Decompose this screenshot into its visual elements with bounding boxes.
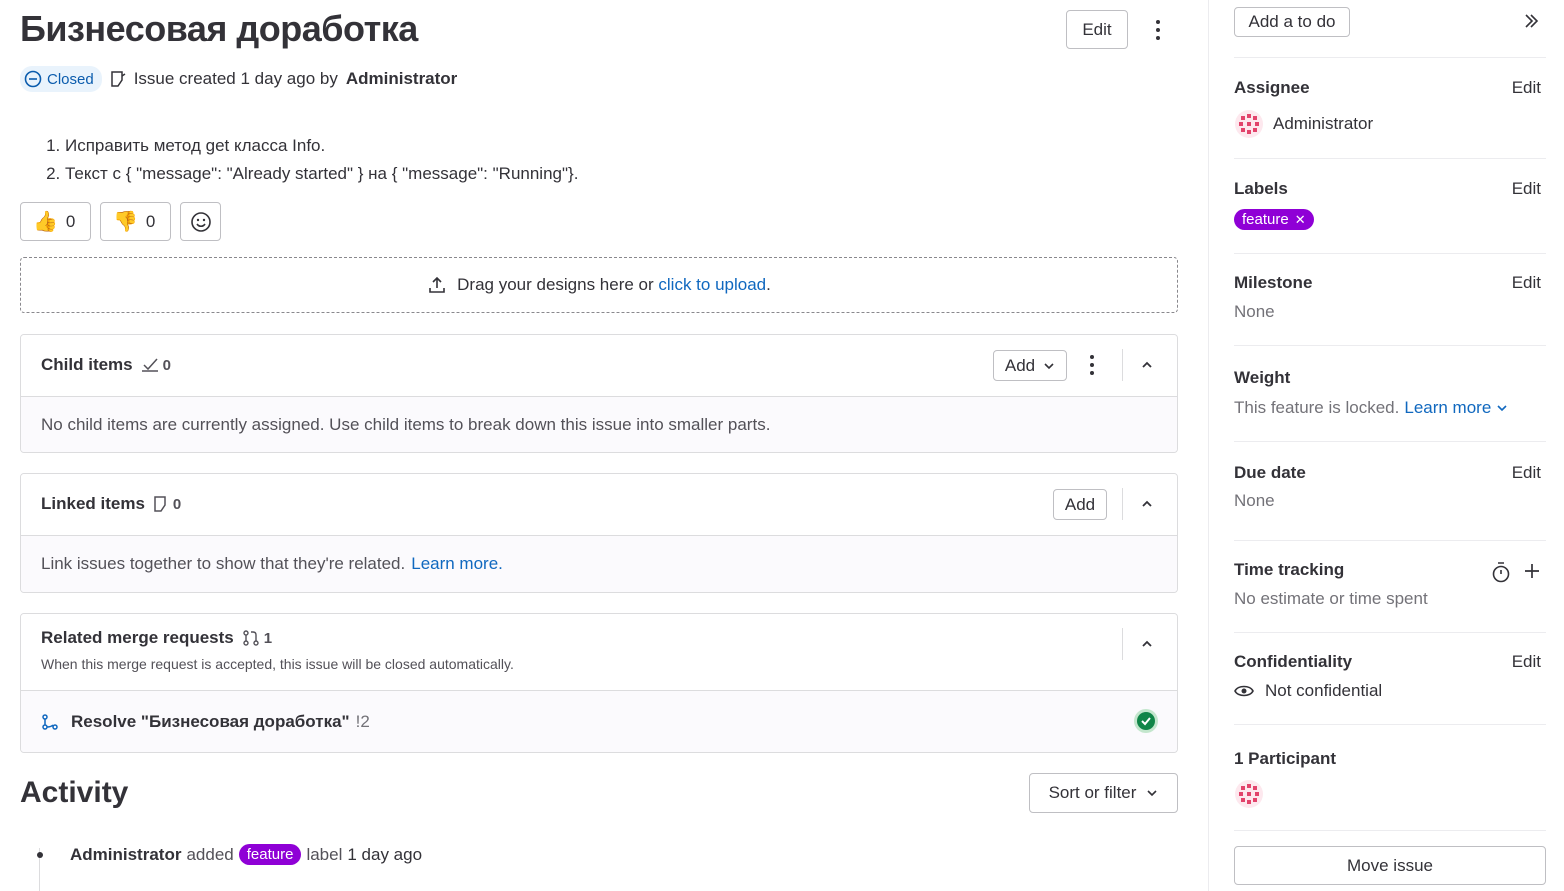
timeline-dot bbox=[37, 852, 43, 858]
related-mrs-subtitle: When this merge request is accepted, thi… bbox=[41, 656, 514, 672]
list-item: Исправить метод get класса Info. bbox=[65, 132, 578, 160]
edit-button[interactable]: Edit bbox=[1066, 10, 1128, 49]
participants-title: 1 Participant bbox=[1234, 749, 1337, 768]
weight-section: Weight This feature is locked. Learn mor… bbox=[1234, 368, 1546, 418]
avatar[interactable] bbox=[1234, 779, 1264, 809]
labels-section: Labels Edit feature ✕ bbox=[1234, 179, 1546, 230]
weight-title: Weight bbox=[1234, 368, 1291, 387]
due-date-title: Due date bbox=[1234, 463, 1306, 482]
activity-author[interactable]: Administrator bbox=[70, 845, 181, 865]
thumbs-up-icon: 👍 bbox=[33, 211, 58, 233]
due-date-edit-button[interactable]: Edit bbox=[1512, 463, 1541, 483]
upload-icon bbox=[429, 276, 445, 293]
labels-title: Labels bbox=[1234, 179, 1288, 198]
chevron-up-icon[interactable] bbox=[1141, 361, 1153, 369]
mr-ref: !2 bbox=[355, 711, 370, 731]
milestone-value: None bbox=[1234, 302, 1275, 321]
mr-title[interactable]: Resolve "Бизнесовая доработка" bbox=[71, 712, 350, 732]
due-date-section: Due date Edit None bbox=[1234, 463, 1546, 511]
issue-description: Исправить метод get класса Info. Текст с… bbox=[45, 132, 578, 188]
confidentiality-value: Not confidential bbox=[1265, 681, 1383, 700]
sort-filter-button[interactable]: Sort or filter bbox=[1029, 773, 1178, 813]
related-mrs-count: 1 bbox=[242, 629, 272, 647]
list-item: Текст с { "message": "Already started" }… bbox=[65, 160, 578, 188]
linked-items-count: 0 bbox=[153, 495, 181, 513]
chevron-up-icon[interactable] bbox=[1141, 500, 1153, 508]
linked-items-empty: Link issues together to show that they'r… bbox=[21, 536, 1177, 592]
reactions-bar: 👍 0 👎 0 bbox=[20, 202, 221, 241]
time-tracking-section: Time tracking No estimate or time spent bbox=[1234, 560, 1546, 609]
thumbs-down-button[interactable]: 👎 0 bbox=[100, 202, 171, 241]
merge-request-icon bbox=[243, 630, 259, 646]
milestone-section: Milestone Edit None bbox=[1234, 273, 1546, 322]
related-mrs-title: Related merge requests bbox=[41, 628, 234, 647]
linked-items-card: Linked items 0 Add Link issues together … bbox=[20, 473, 1178, 593]
add-linked-button[interactable]: Add bbox=[1053, 489, 1107, 520]
label-badge[interactable]: feature bbox=[238, 844, 302, 865]
merge-request-icon bbox=[42, 713, 58, 730]
weight-learn-more[interactable]: Learn more bbox=[1404, 398, 1491, 418]
more-actions-icon[interactable] bbox=[1155, 20, 1161, 40]
assignee-title: Assignee bbox=[1234, 78, 1310, 97]
confidentiality-edit-button[interactable]: Edit bbox=[1512, 652, 1541, 672]
learn-more-link[interactable]: Learn more. bbox=[411, 554, 503, 574]
status-badge: Closed bbox=[20, 66, 102, 92]
child-items-count: 0 bbox=[141, 357, 171, 374]
chevron-down-icon bbox=[1044, 362, 1054, 369]
eye-icon bbox=[1234, 685, 1254, 697]
avatar[interactable] bbox=[1234, 109, 1264, 139]
label-badge[interactable]: feature ✕ bbox=[1234, 209, 1314, 230]
sidebar: Add a to do Assignee Edit Administrator … bbox=[1208, 0, 1564, 891]
thumbs-up-button[interactable]: 👍 0 bbox=[20, 202, 91, 241]
chevron-down-icon[interactable] bbox=[1496, 404, 1508, 412]
activity-title: Activity bbox=[20, 776, 129, 809]
issue-type-icon bbox=[154, 496, 166, 512]
assignee-section: Assignee Edit Administrator bbox=[1234, 78, 1546, 139]
milestone-edit-button[interactable]: Edit bbox=[1512, 273, 1541, 293]
child-items-empty: No child items are currently assigned. U… bbox=[21, 397, 1177, 452]
add-todo-button[interactable]: Add a to do bbox=[1234, 7, 1350, 37]
move-issue-button[interactable]: Move issue bbox=[1234, 846, 1546, 885]
add-child-button[interactable]: Add bbox=[993, 350, 1067, 381]
close-icon[interactable]: ✕ bbox=[1295, 212, 1306, 228]
author-link[interactable]: Administrator bbox=[346, 69, 457, 89]
participants-section: 1 Participant bbox=[1234, 749, 1546, 814]
related-mrs-card: Related merge requests 1 When this merge… bbox=[20, 613, 1178, 753]
upload-link[interactable]: click to upload bbox=[658, 275, 766, 294]
stopwatch-icon[interactable] bbox=[1491, 561, 1511, 583]
confidentiality-title: Confidentiality bbox=[1234, 652, 1353, 671]
activity-entry: Administrator added feature label 1 day … bbox=[20, 842, 620, 891]
thumbs-down-icon: 👎 bbox=[113, 211, 138, 233]
linked-items-title: Linked items bbox=[41, 494, 145, 513]
child-items-card: Child items 0 Add No child items are cur… bbox=[20, 334, 1178, 453]
assignee-edit-button[interactable]: Edit bbox=[1512, 78, 1541, 98]
labels-edit-button[interactable]: Edit bbox=[1512, 179, 1541, 199]
issue-type-icon bbox=[110, 71, 126, 87]
design-dropzone[interactable]: Drag your designs here or click to uploa… bbox=[20, 257, 1178, 313]
time-tracking-value: No estimate or time spent bbox=[1234, 589, 1428, 608]
add-reaction-button[interactable] bbox=[180, 202, 221, 241]
task-done-icon bbox=[141, 358, 158, 372]
list-item[interactable]: Resolve "Бизнесовая доработка" !2 bbox=[21, 691, 1177, 752]
assignee-name[interactable]: Administrator bbox=[1273, 114, 1373, 134]
issue-meta: Closed Issue created 1 day ago by Admini… bbox=[20, 66, 457, 92]
pipeline-success-icon[interactable] bbox=[1133, 708, 1159, 734]
chevron-down-icon bbox=[1147, 790, 1157, 797]
confidentiality-section: Confidentiality Edit Not confidential bbox=[1234, 652, 1546, 701]
plus-icon[interactable] bbox=[1524, 563, 1540, 579]
due-date-value: None bbox=[1234, 491, 1275, 510]
page-title: Бизнесовая доработка bbox=[20, 8, 418, 49]
smiley-icon bbox=[190, 211, 211, 232]
activity-time: 1 day ago bbox=[347, 844, 423, 864]
collapse-sidebar-icon[interactable] bbox=[1523, 13, 1539, 29]
chevron-up-icon[interactable] bbox=[1141, 640, 1153, 648]
closed-icon bbox=[24, 70, 42, 88]
created-text: Issue created 1 day ago by bbox=[133, 69, 338, 88]
child-more-icon[interactable] bbox=[1089, 355, 1095, 375]
milestone-title: Milestone bbox=[1234, 273, 1313, 292]
child-items-title: Child items bbox=[41, 355, 133, 374]
